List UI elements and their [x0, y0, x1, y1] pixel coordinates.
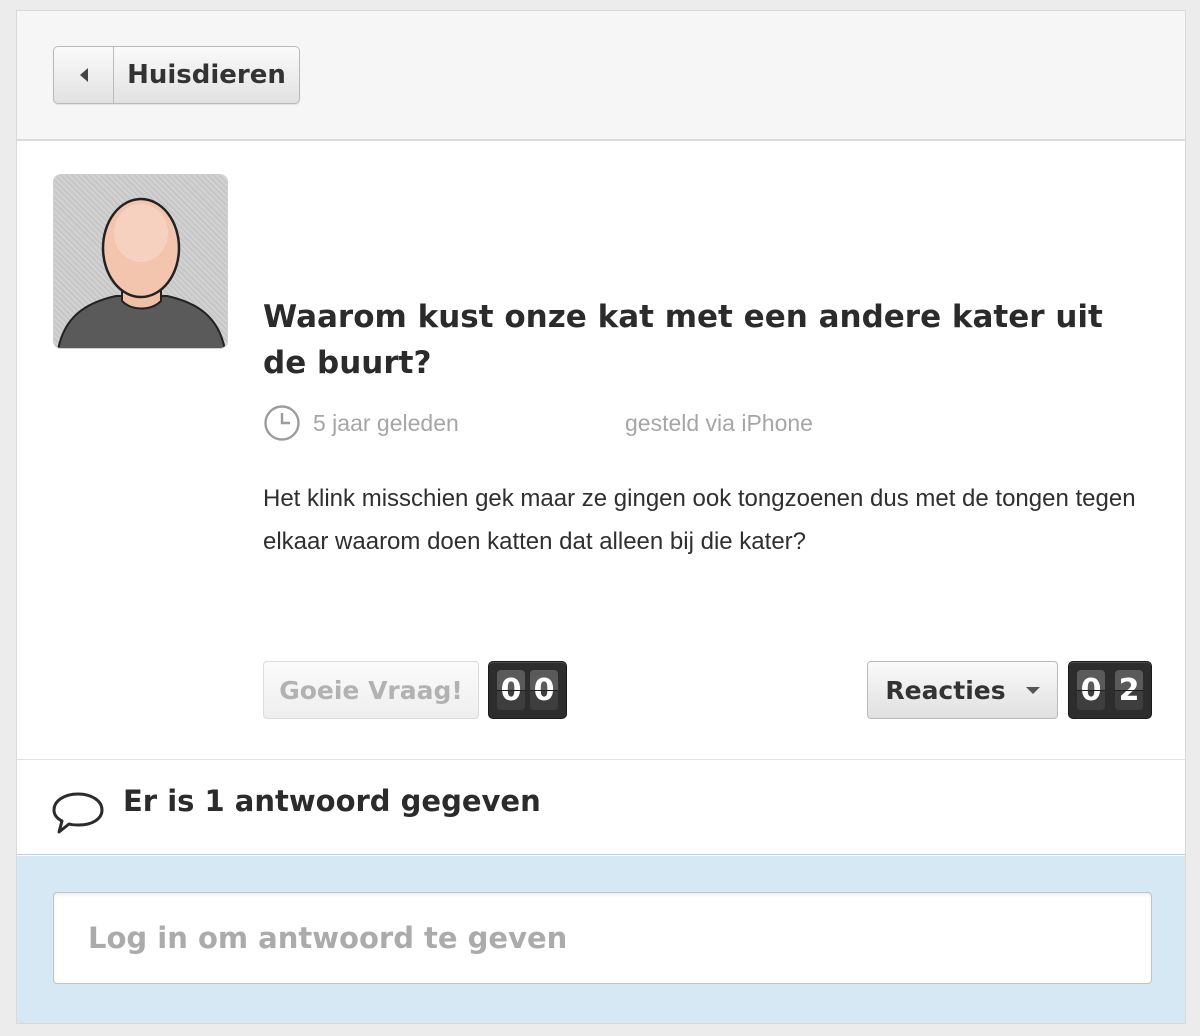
chevron-left-icon	[54, 47, 114, 103]
answer-count: Er is 1 antwoord gegeven	[123, 784, 541, 818]
back-button[interactable]: Huisdieren	[53, 46, 300, 104]
question-card: Huisdieren Waarom kust onze kat met een …	[16, 10, 1186, 1024]
top-bar: Huisdieren	[17, 11, 1185, 141]
reactions-dropdown-button[interactable]: Reacties	[867, 661, 1058, 719]
counter-digit: 0	[497, 670, 525, 710]
clock-icon	[264, 405, 300, 441]
caret-down-icon	[1025, 686, 1040, 694]
answer-input[interactable]: Log in om antwoord te geven	[53, 892, 1152, 984]
question-time: 5 jaar geleden	[313, 409, 459, 436]
counter-digit: 0	[1077, 670, 1105, 710]
reactions-counter: 0 2	[1068, 661, 1152, 719]
counter-digit: 0	[530, 670, 558, 710]
speech-bubble-icon	[52, 792, 104, 834]
good-question-button[interactable]: Goeie Vraag!	[263, 661, 479, 719]
good-question-counter: 0 0	[488, 661, 567, 719]
reactions-label: Reacties	[885, 675, 1006, 705]
user-silhouette-icon	[57, 197, 226, 348]
back-button-label: Huisdieren	[127, 60, 286, 90]
avatar	[53, 174, 228, 349]
question-title: Waarom kust onze kat met een andere kate…	[263, 299, 1103, 381]
question-meta: 5 jaar geleden gesteld via iPhone	[263, 404, 813, 442]
answer-zone: Log in om antwoord te geven	[17, 856, 1185, 1023]
answers-header: Er is 1 antwoord gegeven	[17, 759, 1185, 855]
question-source: gesteld via iPhone	[625, 409, 813, 436]
question-body: Het klink misschien gek maar ze gingen o…	[263, 485, 1136, 555]
counter-digit: 2	[1115, 670, 1143, 710]
